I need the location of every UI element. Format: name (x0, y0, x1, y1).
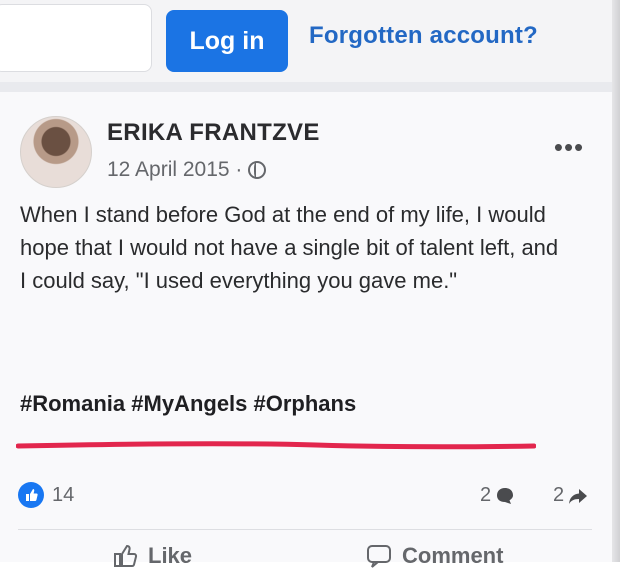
login-button[interactable]: Log in (166, 10, 288, 72)
shares-count-value: 2 (553, 484, 565, 506)
actions-divider (18, 529, 592, 530)
post-hashtags[interactable]: #Romania #MyAngels #Orphans (20, 391, 356, 417)
comment-button-label: Comment (402, 543, 504, 568)
share-arrow-icon (569, 488, 588, 504)
forgotten-account-link[interactable]: Forgotten account? (309, 22, 538, 50)
more-options-button[interactable]: ••• (552, 134, 586, 160)
comment-button[interactable]: Comment (366, 543, 503, 569)
comment-icon (367, 545, 391, 568)
login-field[interactable] (0, 4, 152, 72)
globe-icon (248, 161, 267, 179)
like-button[interactable]: Like (112, 543, 192, 569)
section-divider (0, 82, 612, 92)
post-meta: 12 April 2015 · (107, 158, 267, 182)
reactions-count: 14 (52, 483, 75, 506)
post-card (0, 92, 612, 562)
thumbs-up-icon (114, 544, 138, 567)
shares-count[interactable]: 2 (553, 484, 588, 507)
like-reaction-icon (18, 482, 44, 508)
post-text: When I stand before God at the end of my… (20, 202, 559, 293)
window-edge (612, 0, 620, 562)
avatar[interactable] (20, 116, 92, 188)
top-bar: Log in Forgotten account? (0, 0, 620, 82)
reactions-summary[interactable]: 14 (18, 482, 74, 508)
post-author[interactable]: ERIKA FRANTZVE (107, 119, 320, 147)
comments-count[interactable]: 2 (480, 484, 515, 507)
comment-bubble-icon (497, 487, 514, 504)
red-underline-annotation (16, 441, 536, 450)
post-date[interactable]: 12 April 2015 · (107, 158, 242, 182)
like-button-label: Like (148, 543, 193, 568)
comments-count-value: 2 (480, 484, 492, 506)
